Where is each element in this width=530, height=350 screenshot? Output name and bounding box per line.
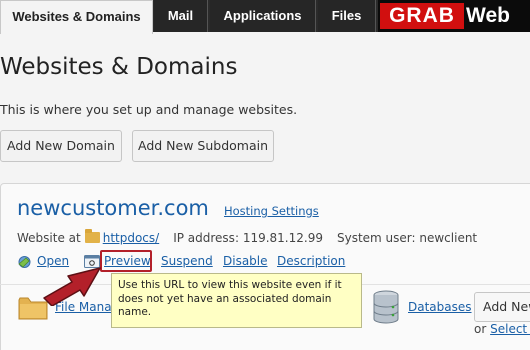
disable-link[interactable]: Disable xyxy=(223,254,268,268)
preview-highlight-box xyxy=(100,250,152,272)
ip-address-label: IP address: xyxy=(173,231,239,245)
folder-icon xyxy=(84,229,100,243)
system-user-label: System user: xyxy=(336,231,416,245)
tab-websites-domains[interactable]: Websites & Domains xyxy=(0,0,153,34)
domain-info-line: Website at httpdocs/IP address: 119.81.12… xyxy=(17,229,478,245)
description-link[interactable]: Description xyxy=(277,254,345,268)
add-new-domain-button[interactable]: Add New Domain xyxy=(0,130,122,162)
or-label: or xyxy=(474,322,487,336)
brand-logo-part1: GRAB xyxy=(380,3,464,29)
top-navigation-bar: Websites & Domains Mail Applications Fil… xyxy=(0,0,530,34)
brand-logo-part2: Web xyxy=(466,4,510,27)
or-select-line: or Select E xyxy=(474,322,530,336)
databases-link[interactable]: Databases xyxy=(408,300,472,314)
add-new-database-button[interactable]: Add New xyxy=(474,292,530,322)
suspend-link[interactable]: Suspend xyxy=(161,254,213,268)
arrow-icon xyxy=(43,267,101,306)
website-path-link[interactable]: httpdocs/ xyxy=(103,231,159,245)
tab-applications[interactable]: Applications xyxy=(210,0,316,32)
open-icon xyxy=(18,256,31,268)
select-existing-link[interactable]: Select E xyxy=(490,322,530,336)
add-new-subdomain-button[interactable]: Add New Subdomain xyxy=(132,130,274,162)
hosting-settings-link[interactable]: Hosting Settings xyxy=(224,204,319,218)
brand-logo: GRAB Web xyxy=(378,0,530,32)
website-at-label: Website at xyxy=(17,231,81,245)
page-title: Websites & Domains xyxy=(0,54,238,80)
system-user-value: newclient xyxy=(419,231,478,245)
ip-address-value: 119.81.12.99 xyxy=(242,231,323,245)
page-description: This is where you set up and manage webs… xyxy=(0,102,298,117)
preview-tooltip: Use this URL to view this website even i… xyxy=(111,273,362,328)
domain-name: newcustomer.com xyxy=(17,196,209,220)
database-icon xyxy=(373,290,399,324)
tab-files[interactable]: Files xyxy=(318,0,376,32)
tab-mail[interactable]: Mail xyxy=(154,0,208,32)
